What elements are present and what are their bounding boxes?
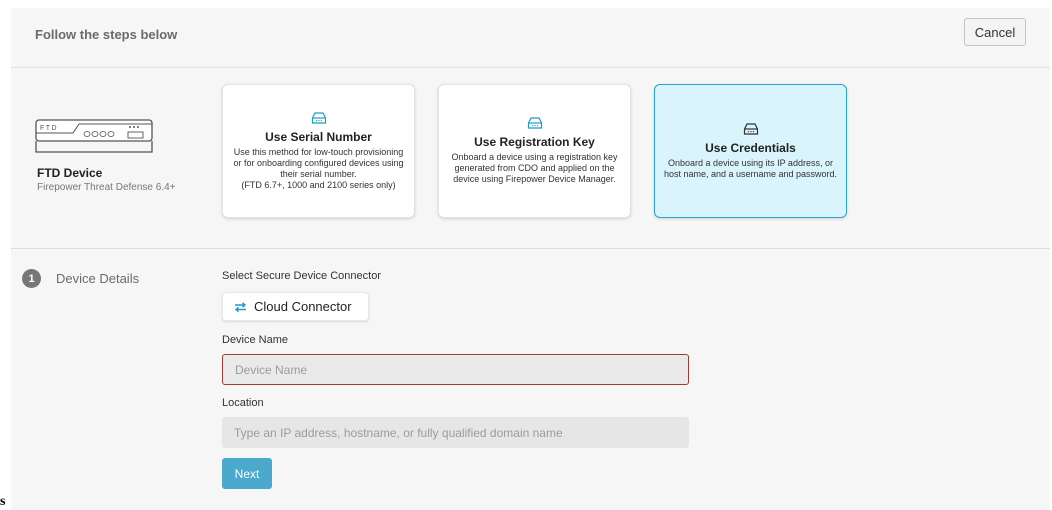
next-button[interactable]: Next (222, 458, 272, 489)
steps-title: Follow the steps below (35, 27, 178, 42)
swap-arrows-icon (234, 301, 247, 312)
method-description: Onboard a device using a registration ke… (451, 152, 618, 184)
onboarding-panel: Follow the steps below Cancel FTD FTD De… (11, 8, 1050, 510)
method-title: Use Credentials (705, 140, 796, 155)
sdc-selector[interactable]: Cloud Connector (222, 292, 369, 321)
method-card-credentials[interactable]: Use Credentials Onboard a device using i… (654, 84, 847, 218)
sdc-label: Select Secure Device Connector (222, 270, 381, 282)
method-card-registration-key[interactable]: Use Registration Key Onboard a device us… (438, 84, 631, 218)
onboarding-method-section: FTD FTD Device Firepower Threat Defense … (11, 68, 1050, 249)
device-details-form: 1 Device Details Select Secure Device Co… (11, 249, 1050, 510)
device-icon (311, 111, 326, 124)
method-card-serial-number[interactable]: Use Serial Number Use this method for lo… (222, 84, 415, 218)
method-description: Use this method for low-touch provisioni… (233, 146, 404, 179)
method-note: (FTD 6.7+, 1000 and 2100 series only) (241, 179, 396, 190)
stray-text: s (0, 494, 6, 509)
method-title: Use Registration Key (474, 135, 595, 149)
steps-header: Follow the steps below Cancel (11, 8, 1050, 68)
step-label: Device Details (56, 271, 140, 286)
device-icon (743, 122, 758, 135)
device-name-input[interactable] (222, 354, 689, 385)
cancel-button[interactable]: Cancel (964, 18, 1026, 46)
location-input[interactable] (222, 417, 689, 448)
sdc-value: Cloud Connector (254, 299, 352, 314)
device-type-subtitle: Firepower Threat Defense 6.4+ (37, 182, 176, 193)
ftd-illustration-label: FTD (40, 125, 58, 132)
ftd-device-illustration: FTD (35, 119, 153, 153)
device-type-title: FTD Device (37, 166, 103, 180)
step-number-badge: 1 (22, 269, 41, 288)
location-label: Location (222, 397, 264, 409)
method-title: Use Serial Number (265, 129, 372, 144)
device-icon (527, 117, 542, 129)
device-name-label: Device Name (222, 334, 289, 346)
method-description: Onboard a device using its IP address, o… (663, 157, 838, 179)
